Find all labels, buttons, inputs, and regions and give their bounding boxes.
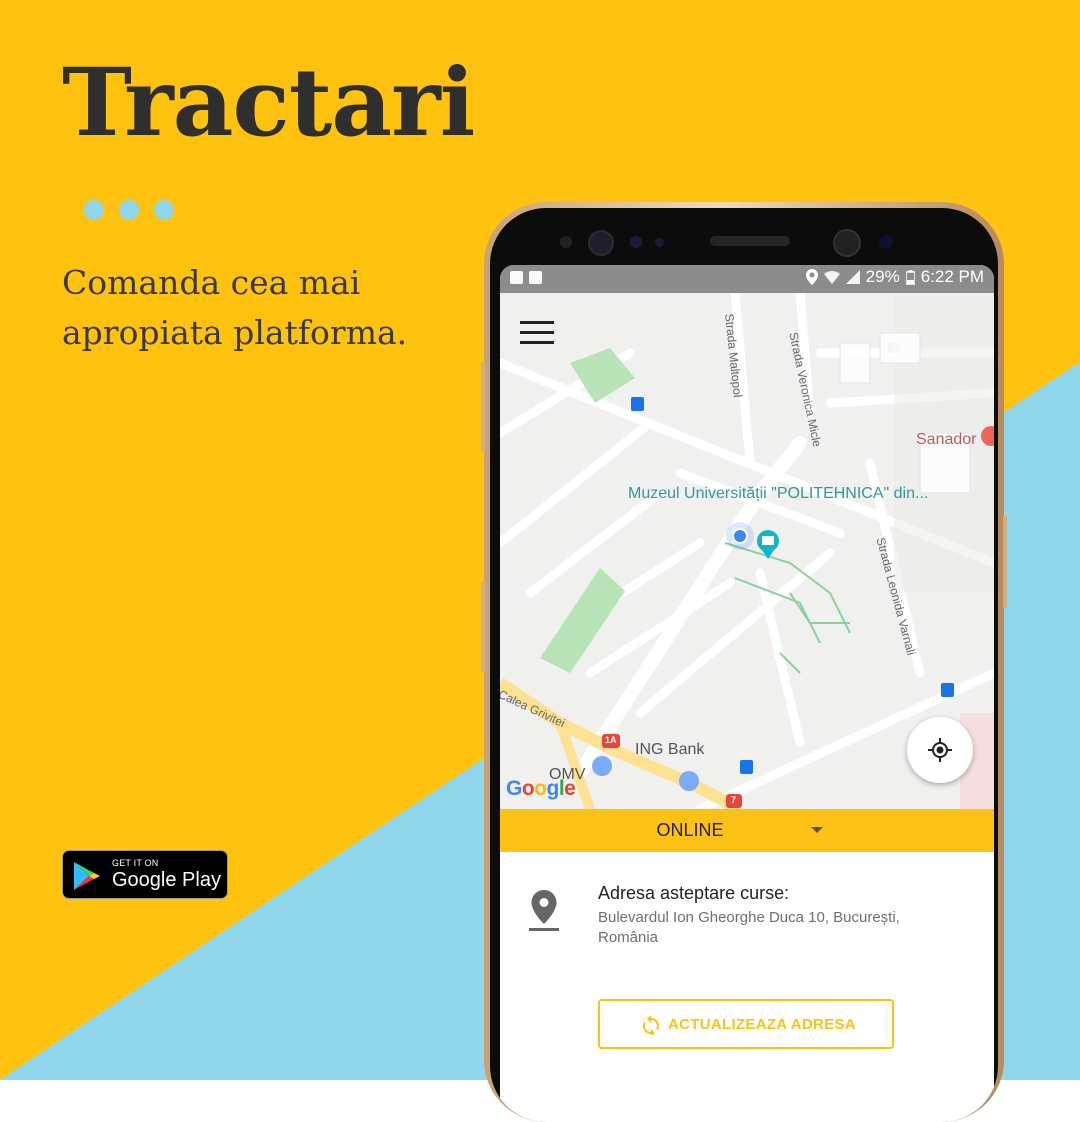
badge-small-text: GET IT ON	[112, 858, 159, 868]
tagline: Comanda cea mai apropiata platforma.	[62, 263, 408, 352]
wifi-icon	[823, 270, 840, 284]
phone-mockup: 29% 6:22 PM Muzeul Universității "POLITE…	[481, 202, 1007, 1122]
ing-bank-label[interactable]: ING Bank	[635, 741, 704, 759]
address-title: Adresa asteptare curse:	[598, 883, 790, 903]
update-address-label: ACTUALIZEAZA ADRESA	[668, 1016, 856, 1033]
signal-icon	[845, 270, 860, 284]
museum-label[interactable]: Muzeul Universității "POLITEHNICA" din..…	[628, 484, 928, 503]
brand-title: Tractari	[62, 48, 475, 158]
my-location-button[interactable]	[907, 717, 973, 783]
map-view[interactable]: Muzeul Universității "POLITEHNICA" din..…	[500, 293, 994, 809]
battery-percent: 29%	[865, 267, 900, 286]
location-icon	[805, 269, 818, 285]
battery-icon	[905, 269, 915, 285]
google-play-icon	[74, 862, 100, 890]
status-selector-value: ONLINE	[656, 820, 724, 840]
road-badge: 1A	[605, 735, 617, 745]
refresh-icon	[642, 1015, 660, 1035]
decorative-dots	[84, 200, 174, 220]
status-bar: 29% 6:22 PM	[500, 265, 994, 293]
sanador-label[interactable]: Sanador	[916, 431, 977, 449]
my-location-icon	[928, 738, 952, 762]
google-play-badge[interactable]: GET IT ON Google Play	[62, 850, 228, 899]
hamburger-menu-icon[interactable]	[520, 321, 554, 345]
status-selector[interactable]: ONLINE	[500, 809, 994, 852]
app-screen: 29% 6:22 PM Muzeul Universității "POLITE…	[500, 265, 994, 1122]
chevron-down-icon	[811, 827, 823, 833]
badge-store-name: Google Play	[112, 869, 221, 891]
update-address-button[interactable]: ACTUALIZEAZA ADRESA	[598, 999, 894, 1049]
location-pin-icon	[529, 890, 559, 931]
google-attribution: Google	[506, 777, 576, 800]
clock-time: 6:22 PM	[920, 267, 984, 286]
road-badge: 7	[731, 795, 737, 805]
notification-icons	[510, 271, 542, 284]
address-card: Adresa asteptare curse: Bulevardul Ion G…	[500, 852, 994, 1122]
address-value: Bulevardul Ion Gheorghe Duca 10, Bucureș…	[598, 909, 900, 946]
phone-bezel: 29% 6:22 PM Muzeul Universității "POLITE…	[490, 208, 998, 1122]
